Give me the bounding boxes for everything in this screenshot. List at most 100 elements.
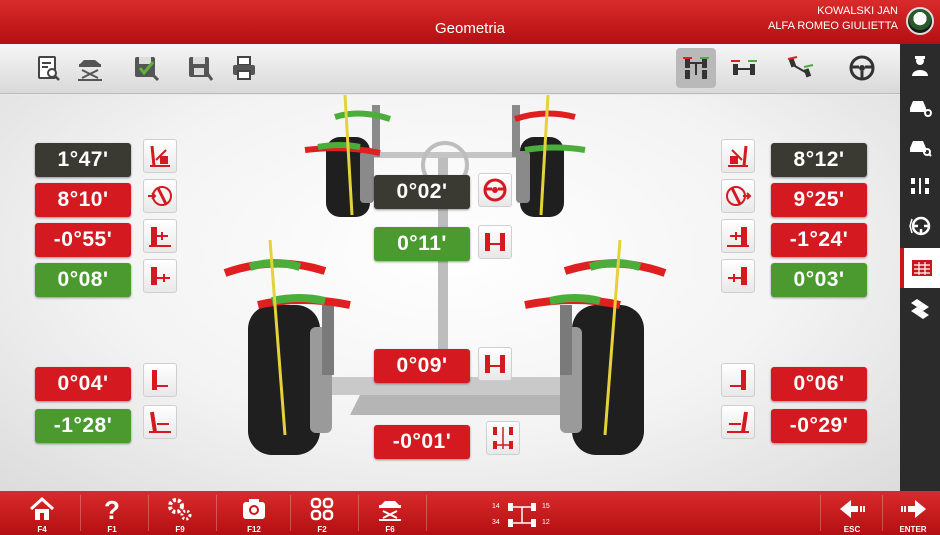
vehicle-name: ALFA ROMEO GIULIETTA (768, 20, 898, 32)
rear-right-camber-value: -0°29' (771, 409, 867, 443)
front-axle-button[interactable] (676, 48, 716, 88)
right-sidebar (900, 44, 940, 491)
key-label: F12 (247, 525, 261, 534)
caster-icon (721, 139, 755, 173)
key-label: F6 (385, 525, 395, 534)
technician-button[interactable] (900, 46, 940, 86)
divider (882, 495, 883, 531)
car-lift-button[interactable]: F6 (362, 491, 418, 535)
forward-arrow-icon (901, 500, 926, 518)
axle-number: 34 (492, 519, 500, 526)
settings-button[interactable]: F9 (152, 491, 208, 535)
camber-icon (721, 219, 755, 253)
rear-total-toe-icon (478, 347, 512, 381)
save-vehicle-button[interactable] (126, 48, 166, 88)
key-label: F4 (37, 525, 47, 534)
rear-left-toe-value: 0°04' (35, 367, 131, 401)
front-right-camber-sweep-value: 9°25' (771, 183, 867, 217)
user-info: KOWALSKI JAN ALFA ROMEO GIULIETTA (768, 4, 898, 34)
divider (358, 495, 359, 531)
axles-icon (911, 178, 929, 194)
home-button[interactable]: F4 (14, 491, 70, 535)
key-label: F1 (107, 525, 117, 534)
home-icon (29, 496, 55, 520)
vehicle-settings-icon (910, 101, 932, 117)
svg-text:?: ? (104, 495, 120, 523)
steering-wheel-icon (849, 55, 875, 81)
key-label: F2 (317, 525, 327, 534)
rear-right-toe-value: 0°06' (771, 367, 867, 401)
front-left-caster-value: 1°47' (35, 143, 131, 177)
toe-icon (143, 363, 177, 397)
front-axle-icon (683, 57, 709, 79)
camber-icon (721, 405, 755, 439)
axle-summary: 14 15 34 12 (492, 501, 562, 529)
wheels-runout-icon (787, 56, 814, 78)
esc-button[interactable]: ESC (824, 491, 880, 535)
wheels-runout-button[interactable] (780, 48, 820, 88)
axle-diagram-icon (508, 503, 536, 527)
brand-logo (906, 7, 934, 35)
front-left-camber-value: -0°55' (35, 223, 131, 257)
steering-wheel-small-icon (478, 173, 512, 207)
divider (426, 495, 427, 531)
camber-sweep-icon (143, 179, 177, 213)
toolbar (0, 44, 900, 94)
grid-button[interactable] (900, 288, 940, 328)
vehicle-search-icon (910, 141, 932, 157)
enter-button[interactable]: ENTER (886, 491, 940, 535)
thrust-angle-icon (486, 421, 520, 455)
car-lift-icon (379, 501, 401, 521)
vehicle-settings-button[interactable] (900, 86, 940, 126)
camber-icon (143, 219, 177, 253)
front-right-caster-value: 8°12' (771, 143, 867, 177)
grid-menu-button[interactable]: F2 (294, 491, 350, 535)
car-lift-icon (78, 60, 102, 81)
steering-button[interactable] (900, 206, 940, 246)
settings-icon (168, 498, 192, 521)
front-total-toe-value: 0°11' (374, 227, 470, 261)
axle-number: 15 (542, 503, 550, 510)
vehicle-search-button[interactable] (900, 126, 940, 166)
grid-icon (911, 299, 929, 319)
save-vehicle-icon (135, 57, 160, 82)
report-search-icon (38, 56, 60, 81)
print-button[interactable] (224, 48, 264, 88)
help-button[interactable]: ? F1 (84, 491, 140, 535)
toe-icon (721, 259, 755, 293)
alignment-view: 1°47' 8°10' -0°55' 0°08' 8°12' 9°25' -1°… (0, 95, 900, 491)
report-search-button[interactable] (28, 48, 68, 88)
camera-icon (243, 499, 265, 519)
divider (290, 495, 291, 531)
axles-button[interactable] (900, 166, 940, 206)
divider (148, 495, 149, 531)
rear-axle-button[interactable] (724, 48, 764, 88)
measurements-table-button[interactable] (900, 248, 940, 288)
car-lift-button[interactable] (70, 48, 110, 88)
toe-icon (143, 259, 177, 293)
technician-icon (912, 56, 928, 76)
toe-icon (721, 363, 755, 397)
steering-icon (909, 216, 931, 236)
divider (80, 495, 81, 531)
divider (820, 495, 821, 531)
steering-angle-value: 0°02' (374, 175, 470, 209)
camera-button[interactable]: F12 (226, 491, 282, 535)
save-settings-button[interactable] (180, 48, 220, 88)
front-right-toe-value: 0°03' (771, 263, 867, 297)
rear-left-camber-value: -1°28' (35, 409, 131, 443)
function-key-bar: F4 ? F1 F9 F12 F2 F6 14 15 34 12 ESC ENT… (0, 491, 940, 535)
title-bar: Geometria KOWALSKI JAN ALFA ROMEO GIULIE… (0, 0, 940, 44)
key-label: ESC (843, 525, 861, 534)
camber-icon (143, 405, 177, 439)
divider (216, 495, 217, 531)
front-left-camber-sweep-value: 8°10' (35, 183, 131, 217)
user-name: KOWALSKI JAN (817, 5, 898, 17)
key-label: ENTER (899, 525, 927, 534)
back-arrow-icon (840, 500, 865, 518)
steering-wheel-button[interactable] (842, 48, 882, 88)
front-right-camber-value: -1°24' (771, 223, 867, 257)
grid-menu-icon (310, 497, 334, 521)
front-left-toe-value: 0°08' (35, 263, 131, 297)
rear-total-toe-value: 0°09' (374, 349, 470, 383)
